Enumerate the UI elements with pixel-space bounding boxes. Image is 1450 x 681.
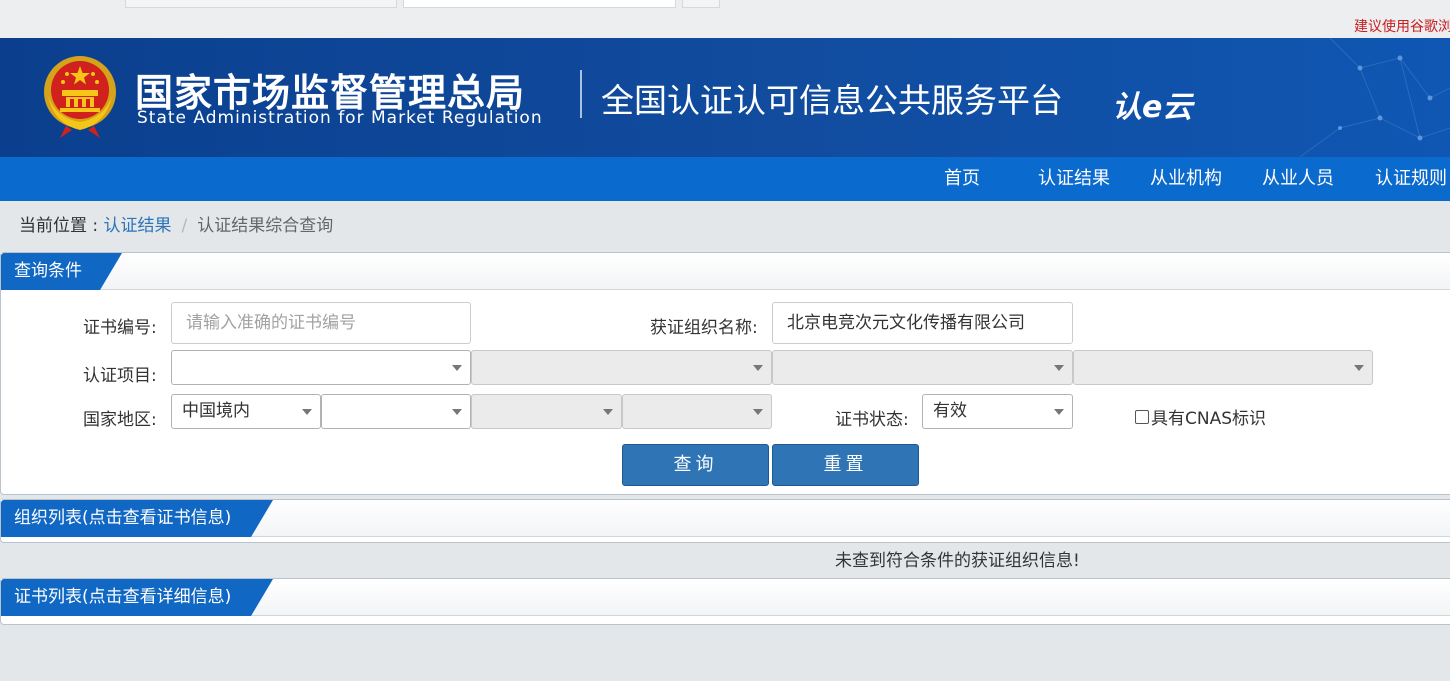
org-list-empty-message: 未查到符合条件的获证组织信息! — [835, 551, 1080, 571]
platform-title: 全国认证认可信息公共服务平台 — [601, 81, 1063, 120]
top-strip-box — [682, 0, 720, 8]
region-select-4[interactable] — [622, 394, 772, 429]
cnas-checkbox-wrap[interactable]: 具有CNAS标识 — [1135, 404, 1266, 429]
project-select-1[interactable] — [171, 350, 471, 385]
breadcrumb-prefix: 当前位置 : — [19, 216, 104, 236]
cert-list-panel: 证书列表(点击查看详细信息) — [0, 578, 1450, 625]
region-label: 国家地区: — [83, 410, 157, 430]
browser-recommendation-tip: 建议使用谷歌浏 — [1354, 19, 1450, 35]
reset-button[interactable]: 重置 — [772, 444, 919, 486]
nav-item-cert-rules[interactable]: 认证规则 — [1375, 157, 1447, 201]
nav-item-home[interactable]: 首页 — [944, 157, 980, 201]
site-banner: 国家市场监督管理总局 State Administration for Mark… — [0, 38, 1450, 157]
cnas-checkbox-label: 具有CNAS标识 — [1151, 409, 1267, 429]
query-panel-title: 查询条件 — [1, 253, 122, 290]
query-panel-header: 查询条件 — [1, 253, 1450, 290]
region-select-2[interactable] — [321, 394, 471, 429]
org-name-en: State Administration for Market Regulati… — [137, 108, 543, 128]
org-name-input[interactable]: 北京电竞次元文化传播有限公司 — [772, 302, 1073, 344]
cert-no-label: 证书编号: — [83, 318, 157, 338]
platform-logo: 认e云 — [1112, 90, 1193, 125]
breadcrumb-current: 认证结果综合查询 — [197, 216, 334, 236]
chevron-down-icon — [1354, 365, 1364, 371]
cert-list-panel-header: 证书列表(点击查看详细信息) — [1, 579, 1450, 616]
chevron-down-icon — [452, 409, 462, 415]
breadcrumb-link-cert-results[interactable]: 认证结果 — [104, 216, 172, 236]
breadcrumb: 当前位置 : 认证结果 / 认证结果综合查询 — [19, 211, 333, 236]
top-strip-box — [403, 0, 676, 8]
cert-status-label: 证书状态: — [835, 410, 909, 430]
main-nav: 首页 认证结果 从业机构 从业人员 认证规则 — [0, 157, 1450, 201]
region-select-1-value: 中国境内 — [182, 401, 250, 421]
org-list-panel-header: 组织列表(点击查看证书信息) — [1, 500, 1450, 537]
org-list-panel-title: 组织列表(点击查看证书信息) — [1, 500, 273, 537]
nav-item-practitioners[interactable]: 从业人员 — [1262, 157, 1334, 201]
breadcrumb-separator: / — [181, 216, 188, 236]
chevron-down-icon — [753, 409, 763, 415]
org-name-label: 获证组织名称: — [650, 318, 758, 338]
region-select-1[interactable]: 中国境内 — [171, 394, 321, 429]
project-label: 认证项目: — [83, 366, 157, 386]
nav-item-institutions[interactable]: 从业机构 — [1150, 157, 1222, 201]
org-list-panel: 组织列表(点击查看证书信息) — [0, 499, 1450, 543]
chevron-down-icon — [452, 365, 462, 371]
nav-item-cert-results[interactable]: 认证结果 — [1038, 157, 1110, 201]
cert-status-select[interactable]: 有效 — [922, 394, 1073, 429]
cert-list-panel-title: 证书列表(点击查看详细信息) — [1, 579, 273, 616]
cert-no-input[interactable]: 请输入准确的证书编号 — [171, 302, 471, 344]
cert-status-value: 有效 — [933, 401, 967, 421]
chevron-down-icon — [1054, 409, 1064, 415]
region-select-3[interactable] — [471, 394, 622, 429]
search-button[interactable]: 查询 — [622, 444, 769, 486]
cnas-checkbox[interactable] — [1135, 409, 1149, 424]
banner-divider — [580, 70, 582, 118]
project-select-2[interactable] — [471, 350, 772, 385]
top-strip-box — [125, 0, 397, 8]
chevron-down-icon — [603, 409, 613, 415]
project-select-3[interactable] — [772, 350, 1073, 385]
chevron-down-icon — [302, 409, 312, 415]
browser-top-strip: 建议使用谷歌浏 — [0, 0, 1450, 38]
project-select-4[interactable] — [1073, 350, 1373, 385]
chevron-down-icon — [1054, 365, 1064, 371]
chevron-down-icon — [753, 365, 763, 371]
national-emblem-icon — [44, 56, 116, 138]
